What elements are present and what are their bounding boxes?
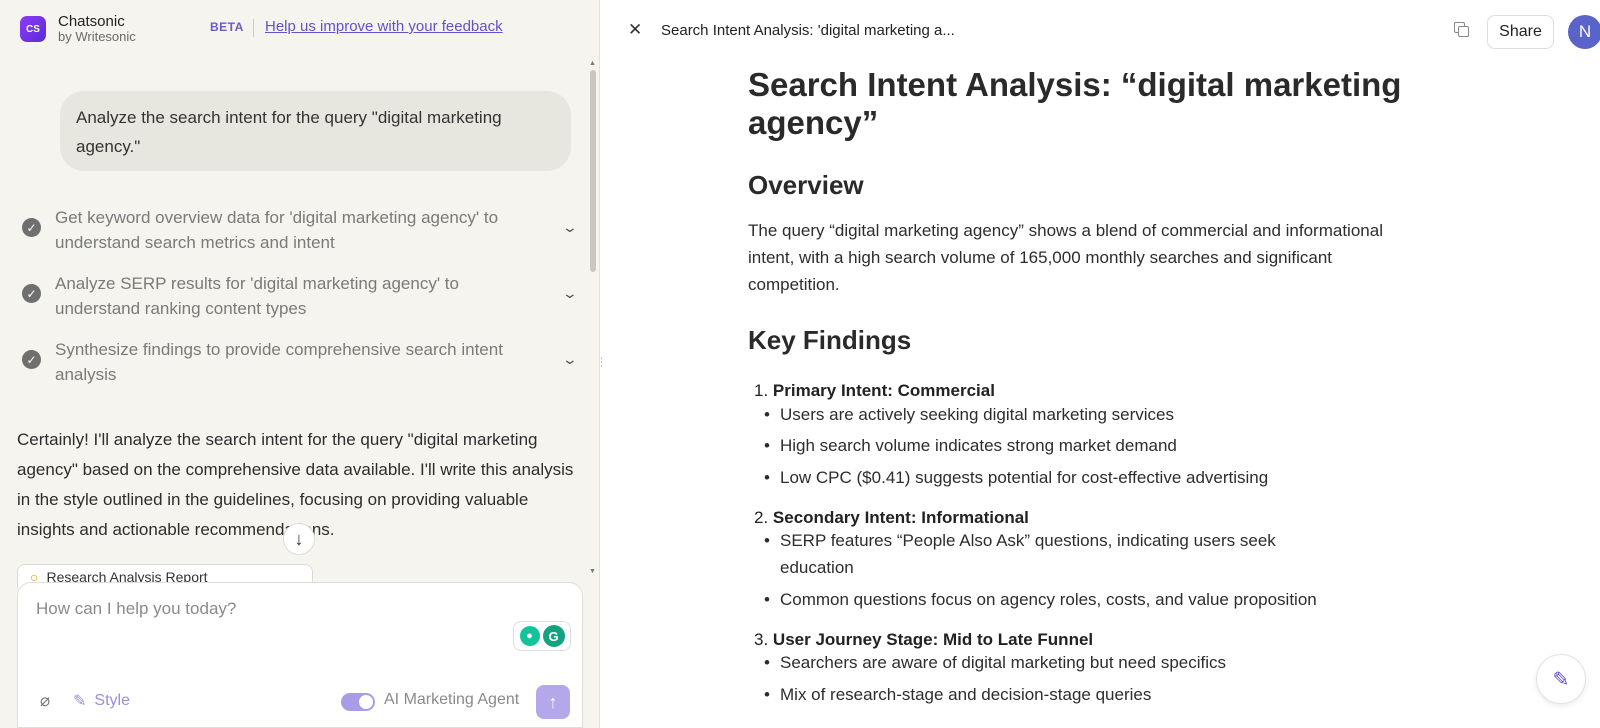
step-item[interactable]: ✓ Analyze SERP results for 'digital mark… (22, 271, 582, 321)
finding-item: 1. Primary Intent: Commercial (754, 381, 995, 401)
document-title: Search Intent Analysis: 'digital marketi… (661, 22, 955, 39)
close-icon[interactable]: ✕ (628, 20, 642, 40)
arrow-down-icon: ↓ (294, 528, 304, 549)
send-button[interactable]: ↑ (536, 685, 570, 719)
grammarly-icon[interactable]: G (542, 625, 565, 647)
finding-title: Primary Intent: Commercial (772, 381, 995, 400)
scroll-down-button[interactable]: ↓ (283, 523, 315, 555)
style-label: Style (94, 692, 130, 709)
finding-item: 3. User Journey Stage: Mid to Late Funne… (754, 630, 1093, 650)
beta-badge: BETA (210, 20, 244, 34)
step-label: Get keyword overview data for 'digital m… (55, 208, 499, 252)
magic-wand-icon: ✎ (1552, 668, 1570, 691)
finding-bullet: Low CPC ($0.41) suggests potential for c… (764, 464, 1360, 491)
paperclip-icon[interactable]: ⌀ (40, 691, 50, 711)
feather-icon: ✎ (73, 693, 87, 710)
chevron-down-icon[interactable]: ⌄ (562, 219, 578, 236)
avatar[interactable]: N (1568, 15, 1600, 49)
feedback-link[interactable]: Help us improve with your feedback (265, 18, 503, 35)
document-panel: ✕ Search Intent Analysis: 'digital marke… (602, 0, 1600, 728)
step-label: Analyze SERP results for 'digital market… (55, 274, 459, 318)
finding-number: 1. (754, 381, 769, 400)
finding-number: 3. (754, 630, 769, 649)
brand[interactable]: CS Chatsonic by Writesonic (20, 14, 136, 44)
chevron-down-icon[interactable]: ⌄ (562, 285, 578, 302)
finding-bullet: Users are actively seeking digital marke… (764, 401, 1360, 428)
finding-bullet: High search volume indicates strong mark… (764, 432, 1360, 459)
check-icon: ✓ (22, 350, 41, 369)
scrollbar-thumb[interactable] (590, 70, 596, 272)
check-icon: ✓ (22, 284, 41, 303)
share-button[interactable]: Share (1487, 15, 1554, 49)
finding-title: User Journey Stage: Mid to Late Funnel (772, 630, 1094, 649)
finding-bullet: Mix of research-stage and decision-stage… (764, 681, 1360, 708)
chat-panel: CS Chatsonic by Writesonic BETA Help us … (0, 0, 600, 728)
step-item[interactable]: ✓ Synthesize findings to provide compreh… (22, 337, 582, 387)
ai-agent-toggle[interactable] (341, 693, 375, 711)
chatsonic-logo-icon: CS (20, 16, 46, 42)
grammarly-bulb-icon[interactable]: ● (519, 626, 540, 646)
finding-bullet: Searchers are aware of digital marketing… (764, 649, 1360, 676)
finding-title: Secondary Intent: Informational (772, 508, 1029, 527)
magic-edit-button[interactable]: ✎ (1536, 654, 1586, 704)
finding-number: 2. (754, 508, 769, 527)
toggle-knob (359, 695, 373, 709)
ai-agent-label: AI Marketing Agent (384, 691, 520, 708)
brand-name: Chatsonic (58, 13, 125, 30)
document-body: Search Intent Analysis: “digital marketi… (748, 66, 1428, 708)
chat-scrollbar[interactable]: ▲ ▼ (589, 60, 597, 575)
chat-input[interactable] (36, 599, 516, 619)
copy-icon[interactable] (1454, 22, 1470, 38)
scroll-up-arrow-icon[interactable]: ▲ (589, 60, 596, 67)
step-label: Synthesize findings to provide comprehen… (55, 340, 503, 384)
scroll-down-arrow-icon[interactable]: ▼ (589, 568, 596, 575)
check-icon: ✓ (22, 218, 41, 237)
arrow-up-icon: ↑ (548, 691, 558, 712)
finding-bullet: Common questions focus on agency roles, … (764, 586, 1360, 613)
document-heading: Search Intent Analysis: “digital marketi… (748, 66, 1402, 141)
finding-bullet: SERP features “People Also Ask” question… (764, 527, 1320, 581)
overview-paragraph: The query “digital marketing agency” sho… (748, 221, 1383, 294)
composer: ● G ⌀ ✎ Style AI Marketing Agent ↑ (17, 582, 583, 728)
key-findings-heading: Key Findings (748, 325, 912, 355)
grammarly-widget[interactable]: ● G (513, 621, 571, 651)
chevron-down-icon[interactable]: ⌄ (562, 351, 578, 368)
style-button[interactable]: ✎ Style (73, 691, 130, 711)
step-item[interactable]: ✓ Get keyword overview data for 'digital… (22, 205, 582, 255)
finding-item: 2. Secondary Intent: Informational (754, 508, 1029, 528)
brand-sub: by Writesonic (58, 29, 136, 44)
overview-heading: Overview (748, 170, 864, 200)
header-divider (253, 19, 254, 37)
user-message: Analyze the search intent for the query … (60, 91, 571, 171)
